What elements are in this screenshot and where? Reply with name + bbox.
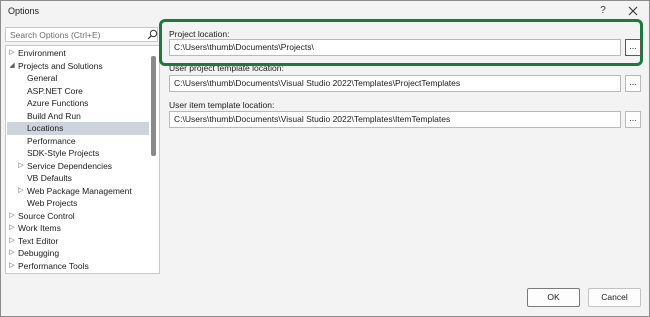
tree-item-performance[interactable]: Performance [7, 135, 149, 148]
tree-item-performance-tools[interactable]: ▷ Performance Tools [7, 260, 149, 273]
tree-item-aspnet-core[interactable]: ASP.NET Core [7, 85, 149, 98]
tree-item-service-dependencies[interactable]: ▷ Service Dependencies [7, 160, 149, 173]
expand-arrow-icon[interactable]: ▷ [17, 160, 25, 173]
tree-item-source-control[interactable]: ▷ Source Control [7, 210, 149, 223]
project-location-label: Project location: [169, 29, 230, 39]
tree-item-label: Work Items [18, 223, 61, 233]
tree-item-locations[interactable]: Locations [7, 122, 149, 135]
tree-item-text-editor[interactable]: ▷ Text Editor [7, 235, 149, 248]
expand-arrow-icon[interactable]: ▷ [8, 222, 16, 235]
tree-item-build-and-run[interactable]: Build And Run [7, 110, 149, 123]
expand-arrow-icon[interactable]: ▷ [8, 210, 16, 223]
tree-item-label: Performance Tools [18, 260, 89, 271]
expand-arrow-icon[interactable]: ▷ [8, 260, 16, 273]
tree-item-web-package-management[interactable]: ▷ Web Package Management [7, 185, 149, 198]
tree-item-label: Environment [18, 48, 66, 58]
dialog-title: Options [8, 6, 40, 16]
user-item-template-field[interactable]: C:\Users\thumb\Documents\Visual Studio 2… [169, 111, 621, 128]
expand-arrow-icon[interactable]: ▷ [8, 47, 16, 60]
tree-item-label: Source Control [18, 210, 75, 221]
tree-item-label: ASP.NET Core [27, 85, 83, 96]
expand-arrow-icon[interactable]: ▷ [8, 247, 16, 260]
tree-item-label: Azure Functions [27, 98, 89, 108]
browse-user-project-template-button[interactable]: ... [625, 75, 641, 92]
close-icon[interactable] [626, 4, 640, 18]
search-box [5, 27, 158, 42]
browse-user-item-template-button[interactable]: ... [625, 111, 641, 128]
tree-item-web-projects[interactable]: Web Projects [7, 197, 149, 210]
tree-item-label: Performance [27, 135, 76, 146]
collapse-arrow-icon[interactable]: ◢ [8, 60, 16, 73]
search-input[interactable] [6, 28, 150, 41]
tree-item-label: Debugging [18, 248, 60, 258]
tree-item-label: Service Dependencies [27, 160, 113, 171]
expand-arrow-icon[interactable]: ▷ [17, 185, 25, 198]
tree-item-label: Text Editor [18, 235, 59, 246]
user-item-template-label: User item template location: [169, 100, 275, 110]
tree-item-label: VB Defaults [27, 173, 72, 183]
tree-item-label: SDK-Style Projects [27, 148, 100, 158]
tree-item-label: Web Package Management [27, 185, 132, 196]
tree-scrollbar[interactable] [151, 56, 156, 156]
tree-item-label: Build And Run [27, 110, 81, 121]
user-project-template-field[interactable]: C:\Users\thumb\Documents\Visual Studio 2… [169, 75, 621, 92]
tree-item-label: Locations [27, 123, 64, 133]
tree-item-label: General [27, 73, 58, 83]
options-dialog: Options ? ▷ Environment ◢ Projects and S… [0, 0, 650, 317]
help-button[interactable]: ? [597, 4, 609, 18]
cancel-button[interactable]: Cancel [588, 288, 641, 307]
expand-arrow-icon[interactable]: ▷ [8, 235, 16, 248]
tree-item-debugging[interactable]: ▷ Debugging [7, 247, 149, 260]
search-icon[interactable] [147, 29, 158, 40]
tree-item-projects-and-solutions[interactable]: ◢ Projects and Solutions [7, 60, 149, 73]
project-location-field[interactable]: C:\Users\thumb\Documents\Projects\ [169, 39, 621, 56]
tree-item-general[interactable]: General [7, 72, 149, 85]
tree-item-environment[interactable]: ▷ Environment [7, 47, 149, 60]
tree-item-label: Projects and Solutions [18, 60, 103, 71]
browse-project-location-button[interactable]: ... [625, 39, 641, 56]
tree-item-work-items[interactable]: ▷ Work Items [7, 222, 149, 235]
options-tree: ▷ Environment ◢ Projects and Solutions G… [5, 45, 160, 274]
tree-item-sdk-style-projects[interactable]: SDK-Style Projects [7, 147, 149, 160]
ok-button[interactable]: OK [527, 288, 580, 307]
tree-item-vb-defaults[interactable]: VB Defaults [7, 172, 149, 185]
tree-item-azure-functions[interactable]: Azure Functions [7, 97, 149, 110]
tree-item-label: Web Projects [27, 198, 78, 208]
